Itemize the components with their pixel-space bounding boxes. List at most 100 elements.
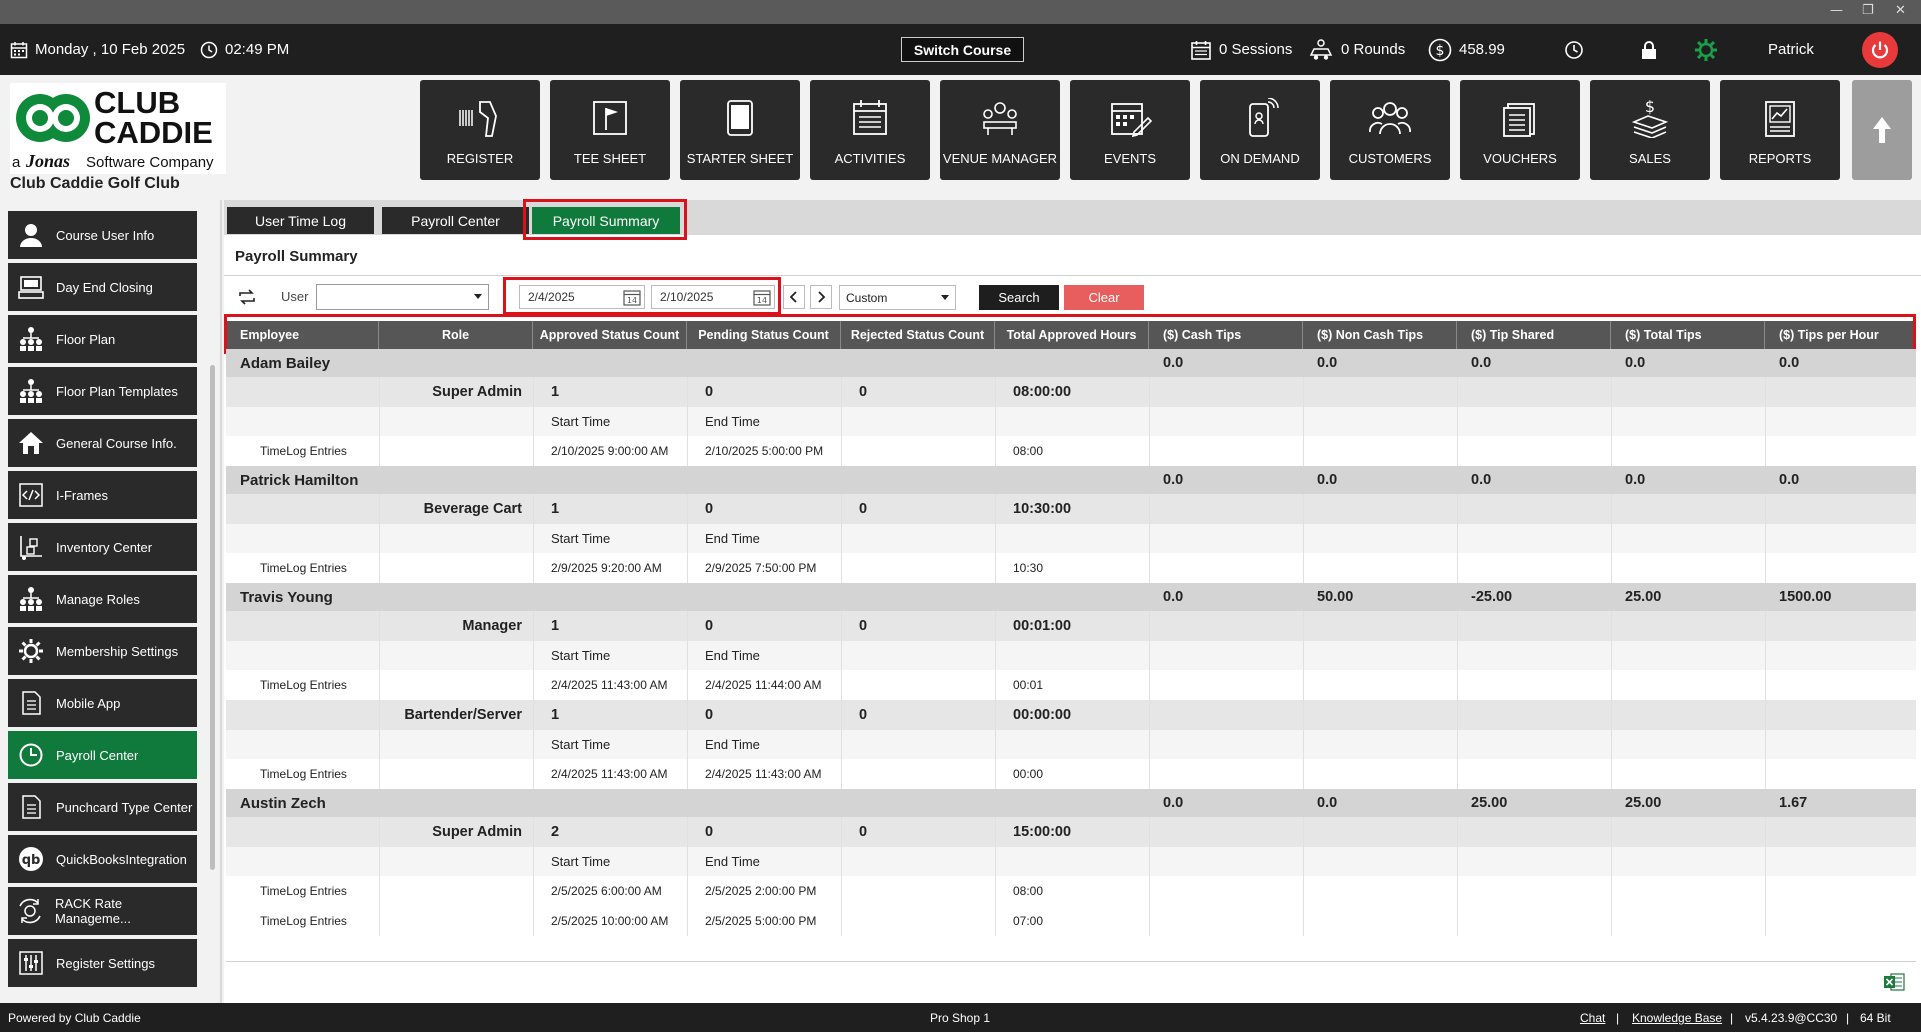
- footer-separator: |: [1616, 1011, 1620, 1025]
- calendar-picker-icon[interactable]: 14: [753, 289, 771, 306]
- club-name: Club Caddie Golf Club: [10, 175, 180, 192]
- start-date-input[interactable]: 2/4/2025 14: [519, 285, 645, 309]
- sidebar-item-membership-settings[interactable]: Membership Settings: [8, 627, 197, 675]
- timelog-row: TimeLog Entries 2/5/2025 6:00:00 AM 2/5/20…: [226, 876, 1916, 906]
- timelog-start: 2/5/2025 10:00:00 AM: [551, 914, 669, 928]
- previous-range-button[interactable]: [783, 285, 805, 309]
- column-divider: [1765, 524, 1766, 553]
- nav-tee-sheet[interactable]: TEE SHEET: [550, 80, 670, 180]
- rounds-indicator[interactable]: 0 Rounds: [1308, 24, 1405, 75]
- refresh-button[interactable]: [237, 288, 257, 309]
- nav-starter-sheet[interactable]: STARTER SHEET: [680, 80, 800, 180]
- column-divider: [1765, 436, 1766, 466]
- column-divider: [533, 611, 534, 641]
- column-divider: [841, 789, 842, 817]
- noncash-tips-value: 0.0: [1317, 472, 1338, 488]
- column-divider: [1765, 700, 1766, 730]
- sessions-indicator[interactable]: 0 Sessions: [1190, 24, 1292, 75]
- sidebar-item-rack-rate-manageme[interactable]: RACK Rate Manageme...: [8, 887, 197, 935]
- range-select[interactable]: Custom: [839, 285, 956, 310]
- column-divider: [1149, 466, 1150, 494]
- clock-icon: [14, 742, 48, 768]
- sidebar-item-register-settings[interactable]: Register Settings: [8, 939, 197, 987]
- sidebar-item-punchcard-type-center[interactable]: Punchcard Type Center: [8, 783, 197, 831]
- table-bottom-divider: [226, 961, 1916, 962]
- code-icon: [14, 482, 48, 508]
- total-hours: 00:01:00: [1013, 618, 1072, 634]
- column-divider: [841, 349, 842, 377]
- nav-reports[interactable]: REPORTS: [1720, 80, 1840, 180]
- nav-venue-manager[interactable]: VENUE MANAGER: [940, 80, 1060, 180]
- column-divider: [533, 847, 534, 876]
- current-user[interactable]: Patrick: [1768, 24, 1814, 75]
- nav-vouchers[interactable]: VOUCHERS: [1460, 80, 1580, 180]
- sidebar-item-floor-plan-templates[interactable]: Floor Plan Templates: [8, 367, 197, 415]
- clear-button[interactable]: Clear: [1064, 285, 1144, 310]
- column-divider: [379, 407, 380, 436]
- column-divider: [1611, 407, 1612, 436]
- sidebar-item-day-end-closing[interactable]: Day End Closing: [8, 263, 197, 311]
- nav-on-demand[interactable]: ON DEMAND: [1200, 80, 1320, 180]
- next-range-button[interactable]: [810, 285, 832, 309]
- role-name: Super Admin: [432, 384, 522, 400]
- column-divider: [995, 670, 996, 700]
- sidebar-item-course-user-info[interactable]: Course User Info: [8, 211, 197, 259]
- customers-icon: [1369, 102, 1411, 135]
- logo-tag-rest: Software Company: [86, 154, 214, 171]
- excel-export-button[interactable]: [1883, 972, 1905, 995]
- tab-user-time-log[interactable]: User Time Log: [227, 207, 374, 234]
- total-tips-value: 25.00: [1625, 795, 1662, 811]
- golf-cart-icon: [1309, 38, 1333, 60]
- column-divider: [533, 524, 534, 553]
- nav-events[interactable]: EVENTS: [1070, 80, 1190, 180]
- calendar-picker-icon[interactable]: 14: [623, 289, 641, 306]
- sidebar-scrollbar[interactable]: [210, 365, 215, 870]
- column-divider: [1611, 436, 1612, 466]
- logo-tag-a: a: [12, 154, 21, 171]
- timelog-end: 2/9/2025 7:50:00 PM: [705, 561, 817, 575]
- nav-customers[interactable]: CUSTOMERS: [1330, 80, 1450, 180]
- collapse-ribbon-button[interactable]: [1852, 80, 1912, 180]
- sidebar-item-floor-plan[interactable]: Floor Plan: [8, 315, 197, 363]
- knowledge-base-link[interactable]: Knowledge Base: [1632, 1011, 1722, 1025]
- history-button[interactable]: [1564, 24, 1584, 75]
- clock-icon: [200, 41, 218, 58]
- nav-activities[interactable]: ACTIVITIES: [810, 80, 930, 180]
- history-clock-icon: [1565, 40, 1583, 59]
- user-select[interactable]: [316, 284, 489, 310]
- maximize-button[interactable]: ❐: [1862, 3, 1874, 18]
- balance-text: 458.99: [1459, 41, 1505, 58]
- sidebar-item-inventory-center[interactable]: Inventory Center: [8, 523, 197, 571]
- sidebar-item-general-course-info[interactable]: General Course Info.: [8, 419, 197, 467]
- settings-button[interactable]: [1693, 24, 1719, 75]
- close-button[interactable]: ✕: [1895, 3, 1906, 18]
- end-time-heading: End Time: [705, 531, 760, 546]
- total-hours: 08:00:00: [1013, 384, 1072, 400]
- tab-payroll-center[interactable]: Payroll Center: [382, 207, 529, 234]
- logo-tag-brand: Jonas: [25, 151, 70, 171]
- minimize-button[interactable]: —: [1830, 3, 1843, 18]
- excel-icon: [1884, 973, 1905, 991]
- power-button[interactable]: [1862, 32, 1898, 68]
- sidebar-item-payroll-center[interactable]: Payroll Center: [8, 731, 197, 779]
- timelog-row: TimeLog Entries 2/5/2025 10:00:00 AM 2/5/2…: [226, 906, 1916, 936]
- sidebar-item-i-frames[interactable]: I-Frames: [8, 471, 197, 519]
- column-divider: [1149, 730, 1150, 759]
- sidebar-item-manage-roles[interactable]: Manage Roles: [8, 575, 197, 623]
- nav-sales[interactable]: $ SALES: [1590, 80, 1710, 180]
- balance-indicator[interactable]: $ 458.99: [1428, 24, 1505, 75]
- sidebar-item-quickbooksintegration[interactable]: qb QuickBooksIntegration: [8, 835, 197, 883]
- nav-register[interactable]: REGISTER: [420, 80, 540, 180]
- sidebar-divider: [220, 200, 222, 1003]
- timelog-start: 2/5/2025 6:00:00 AM: [551, 884, 662, 898]
- search-button[interactable]: Search: [979, 285, 1059, 310]
- sidebar-item-mobile-app[interactable]: Mobile App: [8, 679, 197, 727]
- svg-text:14: 14: [757, 296, 767, 305]
- employee-name: Austin Zech: [240, 794, 326, 812]
- chat-link[interactable]: Chat: [1580, 1011, 1605, 1025]
- switch-course-button[interactable]: Switch Course: [901, 37, 1024, 62]
- lock-button[interactable]: [1640, 24, 1658, 75]
- end-date-input[interactable]: 2/10/2025 14: [651, 285, 775, 309]
- sessions-text: 0 Sessions: [1219, 41, 1293, 58]
- pending-count: 0: [705, 824, 714, 840]
